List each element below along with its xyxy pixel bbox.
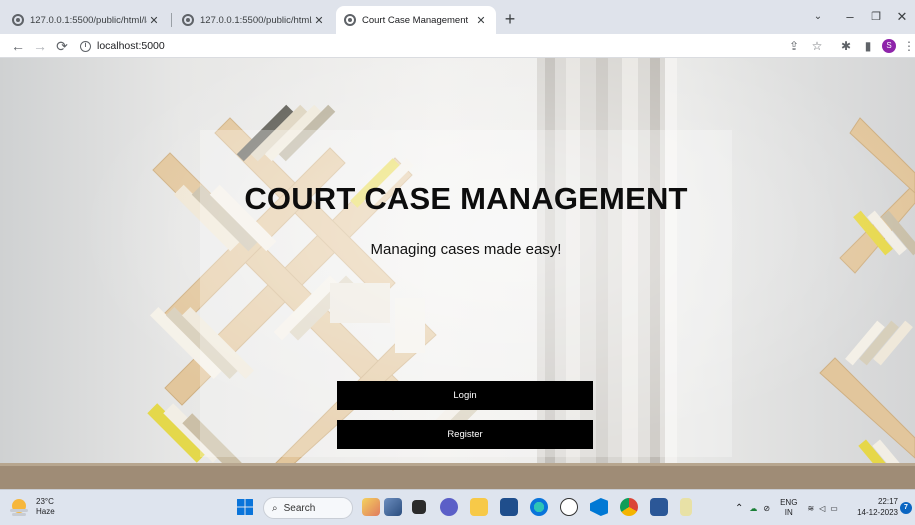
globe-icon — [182, 14, 194, 26]
profile-avatar[interactable]: S — [882, 39, 896, 53]
language-line1: ENG — [780, 498, 798, 507]
close-icon[interactable]: ✕ — [474, 14, 488, 27]
globe-icon — [344, 14, 356, 26]
clock-date: 14-12-2023 — [857, 508, 898, 517]
close-icon[interactable]: ✕ — [312, 14, 326, 27]
extensions-puzzle-icon[interactable]: ✱ — [837, 37, 855, 55]
register-button[interactable]: Register — [337, 420, 593, 449]
close-icon[interactable]: ✕ — [147, 14, 161, 27]
address-text: localhost:5000 — [97, 40, 165, 52]
tab-title: Court Case Management — [362, 14, 469, 26]
star-icon[interactable]: ☆ — [808, 37, 826, 55]
taskbar: 23°C Haze ⌕ Search ⌃ ☁ ⊘ ENG IN ≋ ◁ ▭ 22… — [0, 489, 915, 525]
menu-kebab-icon[interactable]: ⋮ — [903, 37, 915, 55]
forward-arrow-icon[interactable]: → — [30, 36, 50, 56]
store-app-icon[interactable] — [500, 498, 518, 516]
tab-search-chevron-icon[interactable]: ⌄ — [804, 6, 832, 28]
notepad-icon[interactable] — [680, 498, 692, 516]
taskbar-search[interactable]: ⌕ Search — [263, 497, 353, 519]
page-title: COURT CASE MANAGEMENT — [244, 181, 688, 216]
minimize-button[interactable]: – — [836, 6, 864, 28]
weather-temperature: 23°C — [36, 497, 54, 506]
notification-badge[interactable]: 7 — [900, 502, 912, 514]
volume-icon[interactable]: ◁ — [819, 504, 825, 513]
language-indicator[interactable]: ENG IN — [780, 498, 797, 518]
dell-app-icon[interactable] — [560, 498, 578, 516]
close-window-button[interactable]: ✕ — [888, 6, 915, 28]
back-arrow-icon[interactable]: ← — [8, 36, 28, 56]
sun-haze-icon — [8, 496, 30, 518]
browser-toolbar: ← → ⟳ i localhost:5000 ⇪ ☆ ✱ ▮ S ⋮ — [0, 34, 915, 58]
clock[interactable]: 22:17 14-12-2023 — [848, 496, 898, 518]
tab-title: 127.0.0.1:5500/public/html/clien — [200, 14, 312, 26]
task-view-icon[interactable] — [412, 500, 426, 514]
page-viewport: COURT CASE MANAGEMENT Managing cases mad… — [0, 58, 915, 489]
vscode-icon[interactable] — [590, 498, 608, 516]
address-bar[interactable]: i localhost:5000 — [80, 36, 770, 56]
tab-client[interactable]: 127.0.0.1:5500/public/html/clien ✕ — [174, 6, 334, 34]
battery-icon[interactable]: ▭ — [830, 504, 838, 513]
widgets-app-icon[interactable] — [362, 498, 380, 516]
restore-button[interactable]: ❐ — [862, 6, 890, 28]
weather-widget[interactable]: 23°C Haze — [8, 496, 55, 518]
clock-time: 22:17 — [877, 497, 898, 506]
tab-strip: 127.0.0.1:5500/public/html/lawye ✕ 127.0… — [0, 0, 915, 34]
chrome-icon[interactable] — [620, 498, 638, 516]
onedrive-icon[interactable]: ☁ — [749, 504, 757, 513]
reload-icon[interactable]: ⟳ — [52, 36, 72, 56]
side-panel-icon[interactable]: ▮ — [859, 37, 877, 55]
word-app-icon[interactable] — [650, 498, 668, 516]
wifi-icon[interactable]: ≋ — [807, 504, 814, 513]
file-explorer-icon[interactable] — [470, 498, 488, 516]
chevron-up-icon[interactable]: ⌃ — [735, 503, 743, 514]
language-line2: IN — [784, 508, 793, 517]
tab-separator — [171, 13, 172, 27]
globe-icon — [12, 14, 24, 26]
network-vpn-icon[interactable]: ⊘ — [763, 504, 770, 513]
tab-court-case-management[interactable]: Court Case Management ✕ — [336, 6, 496, 34]
tab-title: 127.0.0.1:5500/public/html/lawye — [30, 14, 147, 26]
search-icon: ⌕ — [272, 502, 278, 514]
login-button[interactable]: Login — [337, 381, 593, 410]
new-tab-button[interactable]: + — [500, 10, 520, 30]
tagline: Managing cases made easy! — [370, 241, 562, 258]
edge-browser-icon[interactable] — [530, 498, 548, 516]
copilot-app-icon[interactable] — [384, 498, 402, 516]
windows-start-icon[interactable] — [236, 498, 254, 516]
info-icon[interactable]: i — [80, 40, 91, 52]
share-icon[interactable]: ⇪ — [785, 37, 803, 55]
weather-condition: Haze — [36, 507, 55, 516]
teams-chat-icon[interactable] — [440, 498, 458, 516]
tab-lawyer[interactable]: 127.0.0.1:5500/public/html/lawye ✕ — [4, 6, 169, 34]
search-placeholder: Search — [283, 502, 316, 514]
system-tray: ⌃ ☁ ⊘ ENG IN ≋ ◁ ▭ — [735, 490, 838, 525]
